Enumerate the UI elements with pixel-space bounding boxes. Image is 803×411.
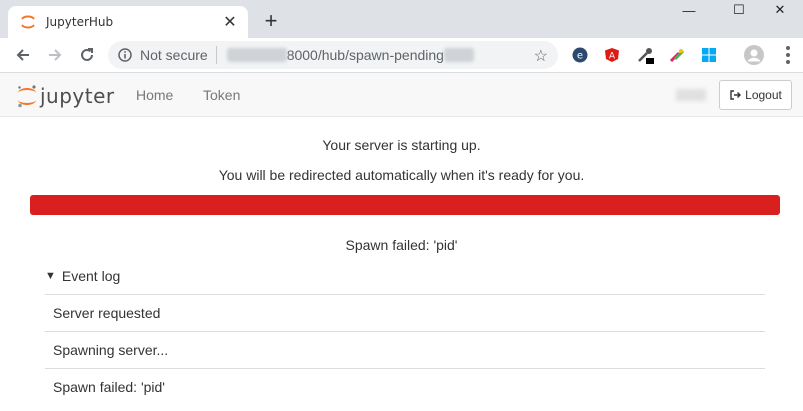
logout-button[interactable]: Logout [719, 80, 792, 110]
redirect-message: You will be redirected automatically whe… [218, 167, 585, 183]
redacted-host [226, 48, 287, 62]
browser-toolbar: Not secure 8000/hub/spawn-pending ☆ e A [0, 38, 803, 73]
nav-home-link[interactable]: Home [136, 87, 173, 103]
starting-message: Your server is starting up. [322, 137, 481, 153]
browser-menu-icon[interactable] [781, 44, 795, 66]
tab-close-icon[interactable]: ✕ [218, 10, 242, 34]
url-text: 8000/hub/spawn-pending [226, 47, 474, 63]
jupyterhub-navbar: jupyter Home Token Logout [0, 73, 803, 117]
caret-down-icon: ▼ [45, 270, 56, 282]
browser-tab-strip: JupyterHub ✕ + — ☐ ✕ [0, 0, 803, 38]
info-icon [118, 48, 132, 62]
event-log-list: Server requested Spawning server... Spaw… [45, 294, 765, 405]
site-info-button[interactable]: Not secure [118, 46, 217, 64]
bookmark-star-icon[interactable]: ☆ [534, 46, 548, 66]
maximize-button[interactable]: ☐ [716, 0, 762, 20]
back-button[interactable] [10, 42, 36, 68]
extension-angular-icon[interactable]: A [603, 46, 621, 64]
extension-color-icon[interactable] [668, 46, 686, 64]
reload-button[interactable] [74, 42, 100, 68]
forward-arrow-icon [49, 49, 62, 61]
close-window-button[interactable]: ✕ [757, 0, 803, 20]
security-label: Not secure [140, 47, 208, 63]
spawn-progress-fill [30, 195, 780, 215]
back-arrow-icon [16, 49, 29, 61]
tab-title: JupyterHub [46, 15, 114, 29]
extension-windows-icon[interactable] [700, 46, 718, 64]
url-visible: 8000/hub/spawn-pending [286, 47, 444, 63]
jupyter-logo[interactable]: jupyter [16, 83, 115, 109]
nav-token-link[interactable]: Token [203, 87, 240, 103]
svg-text:A: A [609, 52, 616, 62]
redacted-path [443, 48, 474, 62]
reload-icon [81, 48, 93, 61]
new-tab-button[interactable]: + [258, 8, 284, 34]
sign-out-icon [730, 90, 742, 100]
event-log-label: Event log [61, 268, 121, 284]
event-log-item: Spawn failed: 'pid' [45, 368, 765, 405]
browser-tab[interactable]: JupyterHub ✕ [8, 6, 248, 38]
event-log-item: Server requested [45, 294, 765, 331]
minimize-button[interactable]: — [666, 0, 712, 20]
jupyter-logo-text: jupyter [40, 84, 115, 108]
event-log-toggle[interactable]: ▼ Event log [45, 268, 120, 284]
address-bar[interactable]: Not secure 8000/hub/spawn-pending ☆ [108, 41, 558, 69]
forward-button[interactable] [42, 42, 68, 68]
extension-eyedropper-icon[interactable] [636, 46, 654, 64]
logout-label: Logout [745, 88, 782, 102]
profile-avatar-icon[interactable] [743, 44, 765, 66]
extension-e-icon[interactable]: e [571, 46, 589, 64]
spawn-progress-bar [30, 195, 780, 215]
svg-text:e: e [577, 51, 583, 62]
spawn-status-message: Spawn failed: 'pid' [345, 237, 458, 253]
redacted-username [676, 89, 706, 101]
event-log-item: Spawning server... [45, 331, 765, 368]
jupyter-logo-icon [18, 85, 36, 108]
jupyter-favicon-icon [21, 15, 35, 29]
